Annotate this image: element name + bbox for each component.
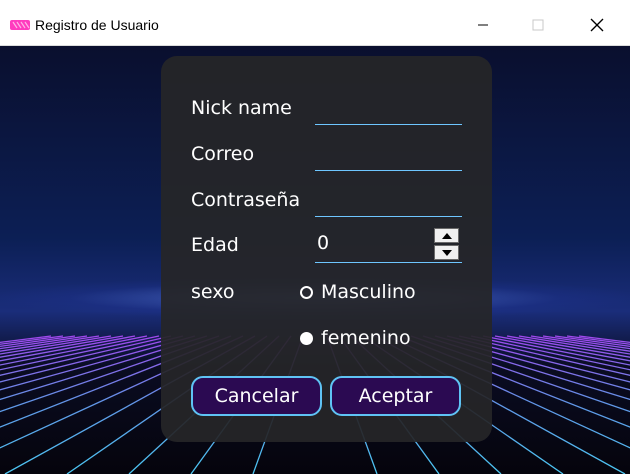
maximize-button[interactable] (515, 10, 561, 40)
age-decrement-button[interactable] (434, 245, 459, 260)
radio-femenino[interactable]: femenino (300, 327, 411, 349)
radio-unchecked-icon (300, 285, 313, 299)
close-icon (590, 18, 604, 32)
registration-panel: Nick name Correo Contraseña Edad 0 sexo … (161, 56, 492, 442)
app-icon (10, 20, 30, 30)
age-spinner-underline (315, 262, 462, 263)
age-label: Edad (191, 234, 239, 256)
nickname-input[interactable] (315, 124, 462, 125)
title-bar: Registro de Usuario (0, 0, 630, 46)
email-label: Correo (191, 143, 255, 165)
minimize-button[interactable] (460, 10, 506, 40)
radio-masculino[interactable]: Masculino (300, 281, 416, 303)
sex-label: sexo (191, 281, 235, 303)
window-title: Registro de Usuario (35, 17, 159, 33)
close-button[interactable] (574, 10, 620, 40)
radio-femenino-label: femenino (321, 327, 411, 349)
age-value[interactable]: 0 (317, 232, 329, 254)
password-label: Contraseña (191, 189, 301, 211)
age-increment-button[interactable] (434, 228, 459, 243)
password-input[interactable] (315, 216, 462, 217)
minimize-icon (478, 24, 488, 26)
arrow-down-icon (441, 249, 452, 256)
nickname-label: Nick name (191, 97, 292, 119)
radio-checked-icon (300, 331, 313, 345)
maximize-icon (532, 19, 544, 31)
radio-masculino-label: Masculino (321, 281, 416, 303)
accept-button[interactable]: Aceptar (330, 376, 461, 416)
cancel-button[interactable]: Cancelar (191, 376, 322, 416)
email-input[interactable] (315, 170, 462, 171)
arrow-up-icon (441, 232, 452, 239)
